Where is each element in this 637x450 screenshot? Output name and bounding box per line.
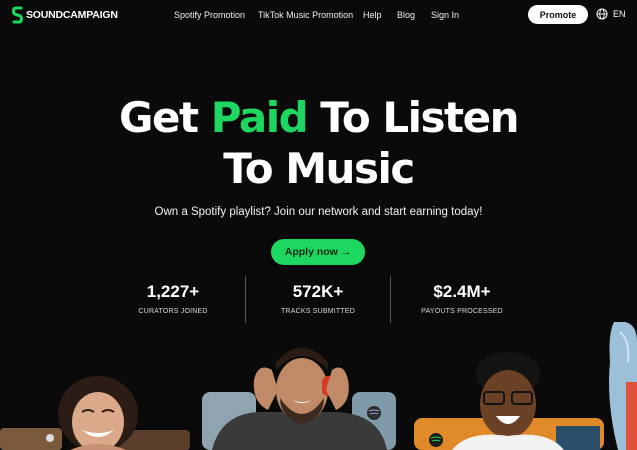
stat-divider <box>245 276 246 323</box>
site-logo[interactable]: SOUNDCAMPAIGN <box>12 6 118 24</box>
hero-title-suffix: To Listen <box>307 93 519 142</box>
stat-label: CURATORS JOINED <box>138 308 208 315</box>
stat-curators: 1,227+ CURATORS JOINED <box>113 282 233 315</box>
curator-photo-partial-right <box>609 322 637 450</box>
top-navigation: SOUNDCAMPAIGN Spotify Promotion TikTok M… <box>0 0 637 30</box>
curator-photo-man-glasses <box>414 352 604 450</box>
hero-subtitle: Own a Spotify playlist? Join our network… <box>154 206 483 218</box>
curator-photo-man-headphones <box>202 348 396 450</box>
curator-photo-woman-laughing <box>0 376 190 450</box>
language-label: EN <box>613 9 626 19</box>
soundcampaign-logo-icon <box>12 6 23 24</box>
hero-title-line-2: To Music <box>223 144 415 193</box>
logo-text: SOUNDCAMPAIGN <box>26 9 118 21</box>
stat-value: 572K+ <box>292 282 344 301</box>
hero-title-accent: Paid <box>210 93 309 142</box>
stat-tracks: 572K+ TRACKS SUBMITTED <box>258 282 378 315</box>
language-selector[interactable]: EN <box>596 8 626 20</box>
nav-link-tiktok-music-promotion[interactable]: TikTok Music Promotion <box>258 10 353 20</box>
nav-link-blog[interactable]: Blog <box>397 10 415 20</box>
nav-link-spotify-promotion[interactable]: Spotify Promotion <box>174 10 245 20</box>
stat-payouts: $2.4M+ PAYOUTS PROCESSED <box>402 282 522 315</box>
apply-now-button[interactable]: Apply now → <box>271 239 365 265</box>
nav-link-sign-in[interactable]: Sign In <box>431 10 459 20</box>
hero-title-line-1: Get Paid To Listen <box>0 97 637 139</box>
stat-label: PAYOUTS PROCESSED <box>421 308 503 315</box>
nav-link-help[interactable]: Help <box>363 10 382 20</box>
stat-label: TRACKS SUBMITTED <box>281 308 355 315</box>
stat-value: $2.4M+ <box>433 282 491 301</box>
hero-title-prefix: Get <box>119 93 211 142</box>
promote-button[interactable]: Promote <box>528 5 588 24</box>
stat-value: 1,227+ <box>146 282 200 301</box>
stat-divider <box>390 276 391 323</box>
globe-icon <box>596 8 608 20</box>
